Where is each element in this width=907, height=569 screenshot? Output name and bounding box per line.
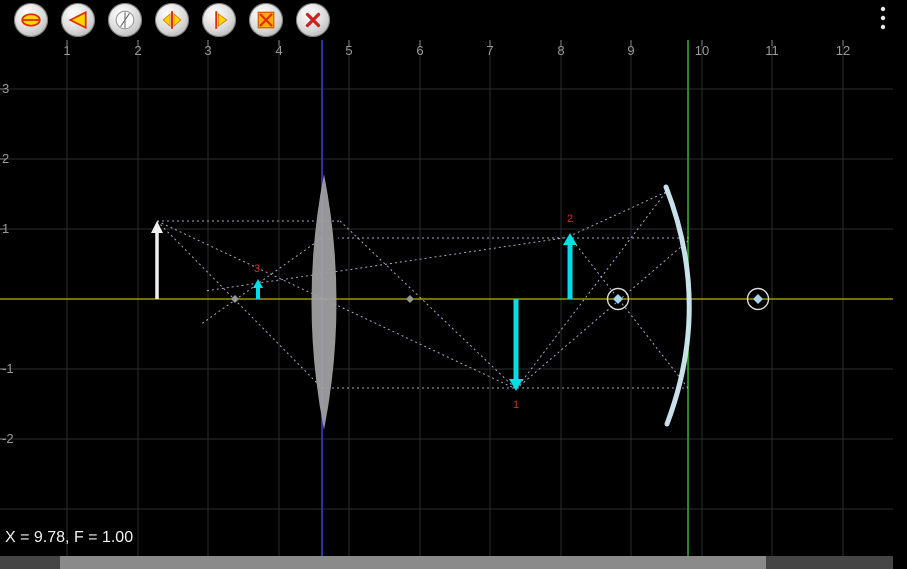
tool-plano-convex-lens[interactable]: [202, 3, 236, 37]
image-label-2: 2: [567, 213, 573, 225]
mirror-focal-handle-right-diamond[interactable]: [753, 294, 763, 304]
lens-return-ray-1: [200, 238, 322, 325]
tool-delete[interactable]: [296, 3, 330, 37]
tool-biconvex-lens[interactable]: [155, 3, 189, 37]
image-1-arrow[interactable]: [509, 299, 523, 391]
image-3-arrow[interactable]: [253, 279, 263, 299]
y-axis-label: -2: [2, 431, 14, 446]
y-axis-label: -1: [2, 361, 14, 376]
convex-lens[interactable]: [312, 174, 337, 430]
x-axis-label: 4: [275, 43, 282, 58]
image-label-1: 1: [513, 399, 519, 411]
tool-flat-mirror[interactable]: [14, 3, 48, 37]
mirror-reflected-ray-2: [570, 237, 688, 388]
scrollbar-thumb[interactable]: [60, 556, 766, 569]
x-axis-label: 9: [627, 43, 634, 58]
x-axis-label: 2: [134, 43, 141, 58]
image-label-3: 3: [254, 263, 260, 275]
image-2-arrow[interactable]: [563, 233, 577, 299]
object-focal-ray: [157, 221, 322, 388]
x-axis-label: 6: [416, 43, 423, 58]
mirror-focal-handle-left-diamond[interactable]: [613, 294, 623, 304]
concave-mirror[interactable]: [666, 187, 689, 424]
delete-icon: [302, 9, 324, 31]
toolbar-buttons: [14, 3, 330, 37]
mirror-incident-ray-3: [516, 192, 666, 389]
prism-icon: [67, 9, 89, 31]
x-axis-label: 3: [204, 43, 211, 58]
x-axis-label: 1: [63, 43, 70, 58]
object-center-ray: [157, 221, 516, 389]
flat-mirror-icon: [20, 9, 42, 31]
toolbar: [0, 0, 907, 40]
status-readout: X = 9.78, F = 1.00: [5, 529, 133, 547]
y-axis-label: 3: [2, 81, 9, 96]
tool-curved-mirror[interactable]: [249, 3, 283, 37]
plano-lens-icon: [208, 9, 230, 31]
kebab-menu-icon: [880, 6, 886, 35]
tool-ideal-lens[interactable]: [108, 3, 142, 37]
mirror-incident-ray-1: [516, 240, 689, 389]
overflow-menu-button[interactable]: [873, 3, 893, 37]
ideal-lens-icon: [114, 9, 136, 31]
x-axis-label: 11: [765, 43, 779, 58]
curved-mirror-icon: [255, 9, 277, 31]
x-axis-label: 7: [486, 43, 493, 58]
x-axis-label: 12: [836, 43, 850, 58]
x-axis-label: 8: [557, 43, 564, 58]
biconvex-lens-icon: [161, 9, 183, 31]
tool-prism[interactable]: [61, 3, 95, 37]
x-axis-label: 5: [345, 43, 352, 58]
lens-focal-point[interactable]: [406, 295, 414, 303]
y-axis-label: 1: [2, 221, 9, 236]
y-axis-label: 2: [2, 151, 9, 166]
object-arrow[interactable]: [151, 221, 163, 299]
horizontal-scrollbar[interactable]: [0, 556, 893, 569]
optics-canvas[interactable]: 123456789101112321-1-2123: [0, 0, 907, 569]
x-axis-label: 10: [695, 43, 709, 58]
